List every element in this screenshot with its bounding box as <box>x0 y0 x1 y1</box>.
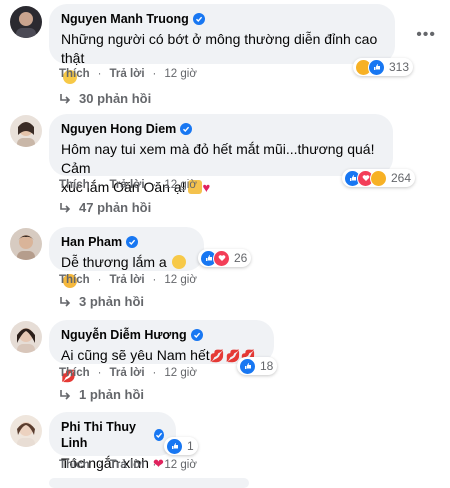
comment-author[interactable]: Phi Thi Thuy Linh <box>61 419 150 451</box>
reaction-count: 313 <box>389 60 410 74</box>
comment-bubble-partial <box>49 478 249 488</box>
love-reaction-icon <box>213 249 230 267</box>
kiss-mark-emoji-icon: 💋 <box>209 349 226 363</box>
kissing-face-emoji-icon <box>171 255 186 269</box>
like-link[interactable]: Thích <box>59 179 90 191</box>
reaction-summary[interactable]: 26 <box>198 249 252 267</box>
comment-time[interactable]: 12 giờ <box>164 179 196 191</box>
action-separator: · <box>152 274 157 286</box>
comment-bubble: Han Pham Dễ thương lắm a <box>49 227 204 288</box>
reaction-count: 1 <box>187 439 194 453</box>
comment-actions: Thích · Trả lời · 12 giờ <box>59 367 197 379</box>
reply-arrow-icon <box>60 389 71 400</box>
comment-author[interactable]: Han Pham <box>61 234 122 250</box>
comment-text-line-1: Hôm nay tui xem mà đỏ hết mắt mũi...thươ… <box>61 141 375 176</box>
avatar[interactable] <box>10 228 42 260</box>
replies-count: 47 phản hồi <box>79 200 152 215</box>
reply-arrow-icon <box>60 93 71 104</box>
action-separator: · <box>152 459 157 471</box>
verified-badge-icon <box>190 329 203 341</box>
comment-text: Ai cũng sẽ yêu Nam hết <box>61 347 210 363</box>
comment-actions: Thích · Trả lời · 12 giờ <box>59 68 197 80</box>
replies-count: 30 phản hồi <box>79 91 152 106</box>
action-separator: · <box>152 367 157 379</box>
action-separator: · <box>152 179 157 191</box>
verified-badge-icon <box>192 13 205 25</box>
comment-actions: Thích · Trả lời · 12 giờ <box>59 274 197 286</box>
comment-text: Những người có bớt ở mông thường diễn đỉ… <box>61 31 378 66</box>
action-separator: · <box>97 274 102 286</box>
like-reaction-icon <box>166 437 183 455</box>
like-reaction-icon <box>368 58 385 76</box>
action-separator: · <box>97 179 102 191</box>
comment-time[interactable]: 12 giờ <box>164 459 196 471</box>
red-heart-emoji-icon: ♥ <box>202 180 211 195</box>
like-link[interactable]: Thích <box>59 274 90 286</box>
reply-link[interactable]: Trả lời <box>110 459 145 471</box>
view-replies-button[interactable]: 3 phản hồi <box>59 294 144 309</box>
reply-link[interactable]: Trả lời <box>110 68 145 80</box>
view-replies-button[interactable]: 47 phản hồi <box>59 200 151 215</box>
avatar[interactable] <box>10 321 42 353</box>
reaction-summary[interactable]: 1 <box>164 437 198 455</box>
action-separator: · <box>97 68 102 80</box>
replies-count: 3 phản hồi <box>79 294 144 309</box>
comment-author[interactable]: Nguyễn Diễm Hương <box>61 327 187 343</box>
comment-time[interactable]: 12 giờ <box>164 274 196 286</box>
comment-actions: Thích · Trả lời · 12 giờ <box>59 459 197 471</box>
avatar[interactable] <box>10 115 42 147</box>
replies-count: 1 phản hồi <box>79 387 144 402</box>
reply-link[interactable]: Trả lời <box>110 367 145 379</box>
like-link[interactable]: Thích <box>59 367 90 379</box>
reply-link[interactable]: Trả lời <box>110 274 145 286</box>
verified-badge-icon <box>180 123 193 135</box>
reaction-count: 264 <box>391 171 412 185</box>
comment-author[interactable]: Nguyen Hong Diem <box>61 121 176 137</box>
verified-badge-icon <box>126 236 139 248</box>
like-link[interactable]: Thích <box>59 459 90 471</box>
comment-time[interactable]: 12 giờ <box>164 68 196 80</box>
action-separator: · <box>97 459 102 471</box>
reaction-count: 18 <box>260 359 274 373</box>
avatar[interactable] <box>10 6 42 38</box>
comment-bubble: Nguyen Hong Diem Hôm nay tui xem mà đỏ h… <box>49 114 393 195</box>
like-link[interactable]: Thích <box>59 68 90 80</box>
reply-arrow-icon <box>60 202 71 213</box>
comment-bubble: Nguyen Manh Truong Những người có bớt ở … <box>49 4 395 84</box>
comment-text: Dễ thương lắm a <box>61 254 167 270</box>
avatar[interactable] <box>10 415 42 447</box>
reaction-summary[interactable]: 264 <box>342 169 416 187</box>
comment-bubble: Phi Thi Thuy Linh Tóc ngắn xinh ❤ <box>49 412 176 471</box>
action-separator: · <box>97 367 102 379</box>
verified-badge-icon <box>153 429 164 441</box>
view-replies-button[interactable]: 30 phản hồi <box>59 91 151 106</box>
reaction-summary[interactable]: 313 <box>353 58 414 76</box>
reaction-summary[interactable]: 18 <box>237 357 278 375</box>
view-replies-button[interactable]: 1 phản hồi <box>59 387 144 402</box>
reply-arrow-icon <box>60 296 71 307</box>
like-reaction-icon <box>239 357 256 375</box>
care-reaction-icon <box>370 169 387 187</box>
comment-actions: Thích · Trả lời · 12 giờ <box>59 179 197 191</box>
reply-link[interactable]: Trả lời <box>110 179 145 191</box>
more-options-icon[interactable]: ••• <box>416 26 436 44</box>
action-separator: · <box>152 68 157 80</box>
comment-time[interactable]: 12 giờ <box>164 367 196 379</box>
comment-author[interactable]: Nguyen Manh Truong <box>61 11 189 27</box>
reaction-count: 26 <box>234 251 248 265</box>
